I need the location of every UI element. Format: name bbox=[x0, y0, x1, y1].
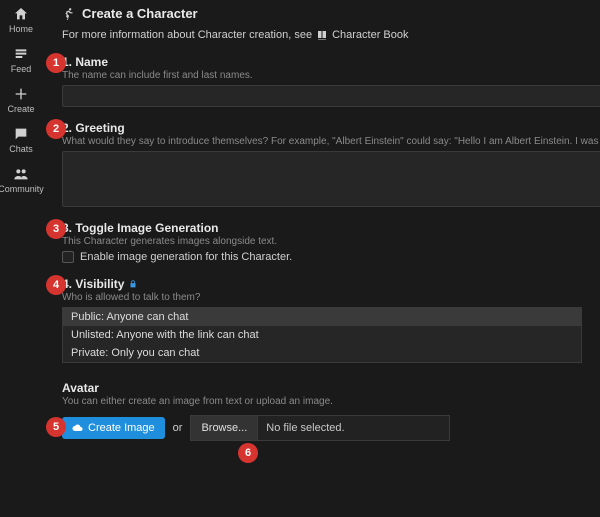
section-sub: The name can include first and last name… bbox=[62, 70, 600, 81]
sidebar-item-label: Home bbox=[9, 24, 33, 34]
file-picker: Browse... No file selected. bbox=[190, 415, 450, 441]
section-greeting: 2 2. Greeting What would they say to int… bbox=[62, 121, 600, 207]
sidebar-item-label: Chats bbox=[9, 144, 33, 154]
info-line: For more information about Character cre… bbox=[62, 29, 600, 41]
sidebar-item-home[interactable]: Home bbox=[9, 6, 33, 34]
book-icon bbox=[316, 29, 328, 41]
sidebar-item-label: Create bbox=[7, 104, 34, 114]
character-book-link[interactable]: Character Book bbox=[332, 29, 408, 41]
name-input[interactable] bbox=[62, 85, 600, 107]
step-badge-2: 2 bbox=[46, 119, 66, 139]
sidebar-item-community[interactable]: Community bbox=[0, 166, 44, 194]
cloud-icon bbox=[72, 422, 84, 434]
section-sub: What would they say to introduce themsel… bbox=[62, 136, 600, 147]
sidebar-item-label: Community bbox=[0, 184, 44, 194]
section-name: 1 1. Name The name can include first and… bbox=[62, 55, 600, 107]
visibility-option-private[interactable]: Private: Only you can chat bbox=[63, 344, 581, 362]
section-heading-text: 4. Visibility bbox=[62, 277, 124, 291]
sidebar-item-chats[interactable]: Chats bbox=[9, 126, 33, 154]
sidebar-item-label: Feed bbox=[11, 64, 32, 74]
step-badge-1: 1 bbox=[46, 53, 66, 73]
feed-icon bbox=[13, 46, 29, 62]
visibility-option-public[interactable]: Public: Anyone can chat bbox=[63, 308, 581, 326]
main-content: Create a Character For more information … bbox=[42, 0, 600, 517]
lock-icon bbox=[128, 279, 138, 289]
person-run-icon bbox=[62, 7, 76, 21]
section-heading: 2. Greeting bbox=[62, 121, 600, 135]
enable-image-checkbox[interactable] bbox=[62, 251, 74, 263]
sidebar-item-feed[interactable]: Feed bbox=[11, 46, 32, 74]
info-text: For more information about Character cre… bbox=[62, 29, 312, 41]
avatar-controls: 5 Create Image or Browse... No file sele… bbox=[62, 415, 600, 441]
or-text: or bbox=[173, 422, 183, 434]
community-icon bbox=[13, 166, 29, 182]
section-toggle-image: 3 3. Toggle Image Generation This Charac… bbox=[62, 221, 600, 263]
home-icon bbox=[13, 6, 29, 22]
section-sub: Who is allowed to talk to them? bbox=[62, 292, 600, 303]
section-heading: 3. Toggle Image Generation bbox=[62, 221, 600, 235]
section-heading: Avatar bbox=[62, 381, 600, 395]
chat-icon bbox=[13, 126, 29, 142]
visibility-option-unlisted[interactable]: Unlisted: Anyone with the link can chat bbox=[63, 326, 581, 344]
section-sub: You can either create an image from text… bbox=[62, 396, 600, 407]
visibility-select[interactable]: Public: Anyone can chat Unlisted: Anyone… bbox=[62, 307, 582, 363]
browse-button[interactable]: Browse... bbox=[191, 416, 258, 440]
plus-icon bbox=[13, 86, 29, 102]
sidebar: Home Feed Create Chats Community bbox=[0, 0, 42, 517]
sidebar-item-create[interactable]: Create bbox=[7, 86, 34, 114]
enable-image-row: Enable image generation for this Charact… bbox=[62, 251, 600, 263]
step-badge-3: 3 bbox=[46, 219, 66, 239]
file-status: No file selected. bbox=[258, 416, 449, 440]
section-heading: 4. Visibility bbox=[62, 277, 600, 291]
section-sub: This Character generates images alongsid… bbox=[62, 236, 600, 247]
step-badge-4: 4 bbox=[46, 275, 66, 295]
section-avatar: Avatar You can either create an image fr… bbox=[62, 381, 600, 441]
step-badge-6: 6 bbox=[238, 443, 258, 463]
create-image-label: Create Image bbox=[88, 422, 155, 434]
checkbox-label: Enable image generation for this Charact… bbox=[80, 251, 292, 263]
greeting-textarea[interactable] bbox=[62, 151, 600, 207]
section-visibility: 4 4. Visibility Who is allowed to talk t… bbox=[62, 277, 600, 363]
create-image-button[interactable]: Create Image bbox=[62, 417, 165, 439]
page-title: Create a Character bbox=[62, 6, 600, 21]
step-badge-5: 5 bbox=[46, 417, 66, 437]
page-title-text: Create a Character bbox=[82, 6, 198, 21]
section-heading: 1. Name bbox=[62, 55, 600, 69]
